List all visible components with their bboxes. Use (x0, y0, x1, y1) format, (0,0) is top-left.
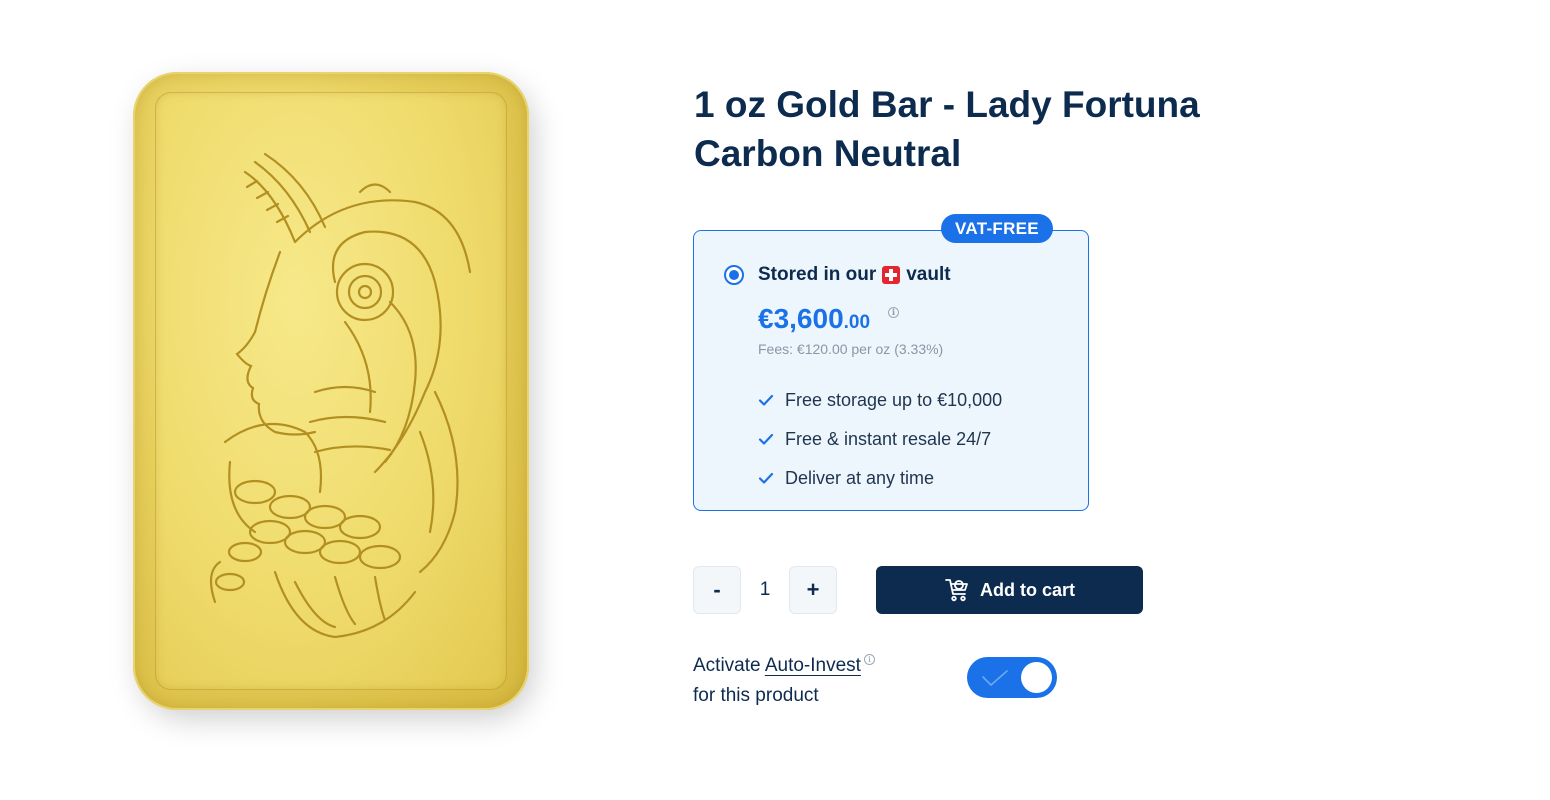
check-icon (758, 394, 774, 406)
auto-invest-link[interactable]: Auto-Invest (765, 655, 861, 676)
feature-item: Deliver at any time (758, 459, 1002, 498)
auto-invest-toggle[interactable] (967, 657, 1057, 698)
storage-option-label: Stored in our vault (758, 264, 951, 286)
feature-text: Deliver at any time (785, 468, 935, 488)
auto-invest-text: Activate Auto-Invest i for this product (693, 651, 875, 711)
price: €3,600.00 i (758, 303, 899, 335)
price-main: €3,600 (758, 303, 844, 334)
gold-bar-face (155, 92, 507, 690)
swiss-flag-icon (882, 266, 901, 284)
feature-item: Free storage up to €10,000 (758, 381, 1002, 420)
auto-invest-line-1: Activate Auto-Invest i (693, 651, 875, 681)
quantity-decrease-button[interactable]: - (693, 566, 741, 614)
toggle-knob (1021, 662, 1052, 693)
lady-fortuna-relief (209, 152, 472, 639)
auto-invest-info-icon[interactable]: i (863, 654, 875, 665)
auto-invest-prefix: Activate (693, 655, 761, 676)
vat-free-badge: VAT-FREE (941, 214, 1053, 243)
storage-option-label-after: vault (906, 264, 951, 285)
storage-option-label-before: Stored in our (758, 264, 877, 285)
product-image (133, 72, 535, 720)
fees-text: Fees: €120.00 per oz (3.33%) (758, 341, 944, 357)
add-to-cart-label: Add to cart (979, 579, 1075, 600)
price-info-icon[interactable]: i (888, 307, 899, 318)
price-cents: .00 (843, 312, 871, 333)
product-title-line-1: 1 oz Gold Bar - Lady Fortuna (694, 84, 1200, 125)
storage-option-radio[interactable] (724, 265, 744, 285)
check-icon (758, 472, 774, 484)
feature-text: Free & instant resale 24/7 (785, 429, 992, 449)
feature-text: Free storage up to €10,000 (785, 390, 1003, 410)
toggle-check-icon (982, 670, 1008, 686)
feature-list: Free storage up to €10,000 Free & instan… (758, 381, 1002, 498)
feature-item: Free & instant resale 24/7 (758, 420, 1002, 459)
auto-invest-suffix: for this product (693, 685, 819, 706)
quantity-value[interactable]: 1 (741, 566, 789, 614)
gold-bar (133, 72, 529, 710)
check-icon (758, 433, 774, 445)
product-title: 1 oz Gold Bar - Lady Fortuna Carbon Neut… (694, 80, 1314, 178)
product-title-line-2: Carbon Neutral (694, 133, 962, 174)
cart-icon (945, 579, 968, 602)
quantity-increase-button[interactable]: + (789, 566, 837, 614)
add-to-cart-button[interactable]: Add to cart (876, 566, 1143, 614)
